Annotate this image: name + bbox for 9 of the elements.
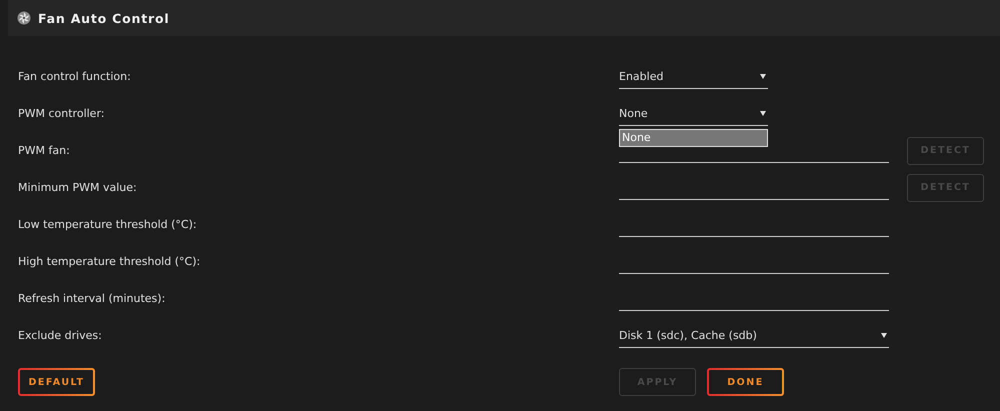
panel-title: Fan Auto Control bbox=[38, 10, 170, 26]
field-label: Fan control function: bbox=[18, 70, 132, 83]
field-label: Minimum PWM value: bbox=[18, 181, 138, 194]
field-label: High temperature threshold (°C): bbox=[18, 255, 202, 268]
field-label: Low temperature threshold (°C): bbox=[18, 218, 198, 231]
field-label: Exclude drives: bbox=[18, 329, 103, 342]
field-label: PWM fan: bbox=[18, 144, 71, 157]
field-label: PWM controller: bbox=[18, 107, 106, 120]
field-label: Refresh interval (minutes): bbox=[18, 292, 166, 305]
